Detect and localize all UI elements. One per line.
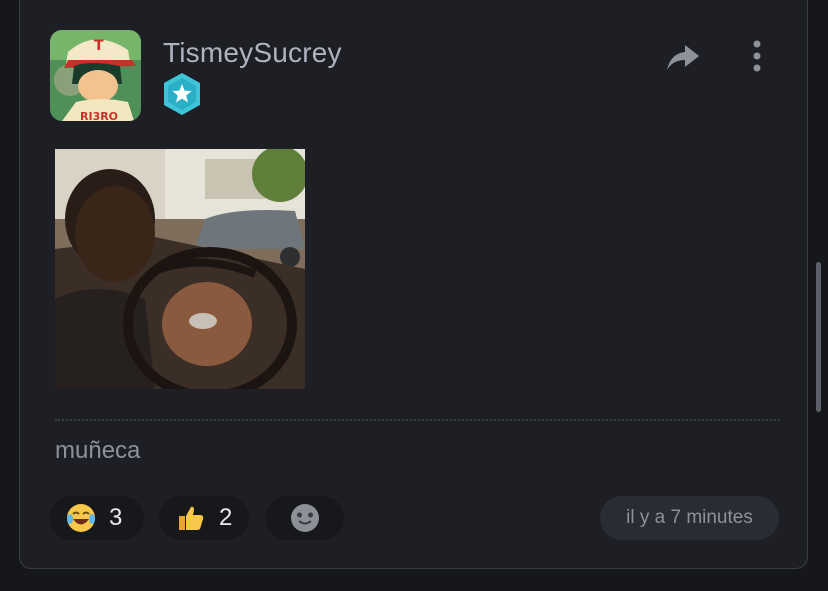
- reaction-count: 2: [219, 504, 233, 531]
- laughing-tears-emoji-icon: [67, 504, 95, 532]
- reaction-thumbs-up[interactable]: 2: [159, 496, 249, 540]
- photo-image: [55, 149, 305, 389]
- add-reaction-button[interactable]: [265, 496, 344, 540]
- scrollbar[interactable]: [816, 262, 821, 412]
- svg-text:RI3RO: RI3RO: [80, 110, 118, 121]
- more-options-button[interactable]: [747, 39, 767, 73]
- post-card: T RI3RO TismeySucrey muñeca 3 2 il y a 7…: [19, 0, 808, 569]
- post-timestamp: il y a 7 minutes: [600, 496, 779, 540]
- svg-text:T: T: [94, 38, 104, 54]
- reaction-count: 3: [109, 504, 123, 531]
- post-caption: muñeca: [55, 437, 141, 464]
- reaction-laughing[interactable]: 3: [49, 496, 144, 540]
- thumbs-up-emoji-icon: [179, 506, 204, 530]
- share-button[interactable]: [665, 39, 701, 75]
- share-arrow-icon: [667, 45, 699, 70]
- smiley-add-reaction-icon: [290, 504, 319, 532]
- avatar-image: T RI3RO: [50, 30, 141, 121]
- vertical-dots-icon: [753, 40, 761, 72]
- user-avatar[interactable]: T RI3RO: [50, 30, 141, 121]
- username[interactable]: TismeySucrey: [163, 37, 342, 69]
- verified-star-badge-icon: [161, 72, 203, 116]
- post-photo[interactable]: [55, 149, 305, 389]
- divider: [55, 419, 780, 421]
